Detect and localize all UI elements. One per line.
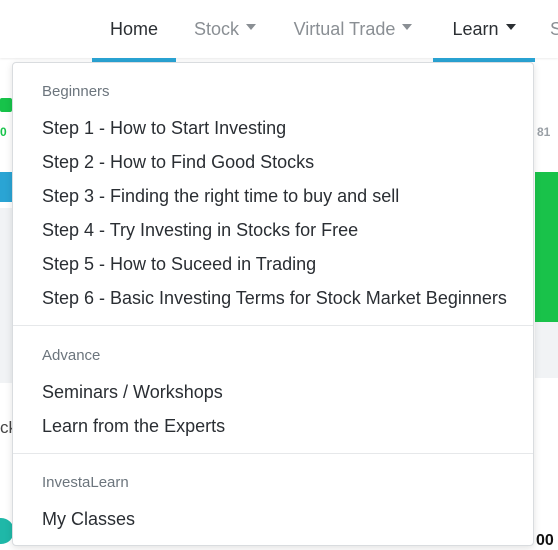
menu-divider — [13, 453, 533, 454]
menu-item-step-6[interactable]: Step 6 - Basic Investing Terms for Stock… — [42, 288, 507, 309]
chevron-down-icon — [505, 24, 516, 30]
right-ticker-value: 81 — [537, 125, 551, 139]
menu-item-learn-from-experts[interactable]: Learn from the Experts — [42, 416, 225, 437]
left-ticker-value: 0 — [0, 125, 7, 139]
nav-learn[interactable]: Learn — [433, 0, 535, 62]
left-gray-card — [0, 208, 12, 383]
section-header-investalearn: InvestaLearn — [42, 474, 129, 491]
ticker-up-icon — [0, 98, 12, 112]
menu-item-seminars[interactable]: Seminars / Workshops — [42, 382, 223, 403]
menu-item-my-classes[interactable]: My Classes — [42, 509, 135, 530]
chevron-down-icon — [246, 24, 257, 30]
learn-dropdown-menu: Beginners Step 1 - How to Start Investin… — [12, 62, 534, 546]
menu-item-step-2[interactable]: Step 2 - How to Find Good Stocks — [42, 152, 314, 173]
nav-virtual-trade-label: Virtual Trade — [293, 18, 396, 39]
right-green-banner — [535, 172, 558, 322]
right-gray-card — [535, 322, 558, 378]
bottom-right-value: 00 — [536, 532, 554, 549]
nav-learn-label: Learn — [452, 18, 499, 39]
nav-home[interactable]: Home — [92, 0, 176, 62]
section-header-beginners: Beginners — [42, 83, 110, 100]
nav-stock-label: Stock — [193, 18, 240, 39]
left-blue-bar — [0, 172, 12, 202]
nav-virtual-trade[interactable]: Virtual Trade — [285, 0, 421, 58]
section-header-advance: Advance — [42, 347, 101, 364]
top-navbar: Home Stock Virtual Trade Learn S — [0, 0, 558, 62]
nav-partial-label: S — [550, 18, 558, 39]
menu-item-step-1[interactable]: Step 1 - How to Start Investing — [42, 118, 286, 139]
menu-divider — [13, 325, 533, 326]
menu-item-step-3[interactable]: Step 3 - Finding the right time to buy a… — [42, 186, 399, 207]
chevron-down-icon — [402, 24, 413, 30]
nav-partial-item[interactable]: S — [550, 0, 558, 58]
menu-item-step-5[interactable]: Step 5 - How to Suceed in Trading — [42, 254, 316, 275]
nav-stock[interactable]: Stock — [186, 0, 264, 58]
menu-item-step-4[interactable]: Step 4 - Try Investing in Stocks for Fre… — [42, 220, 358, 241]
nav-home-label: Home — [109, 18, 158, 39]
